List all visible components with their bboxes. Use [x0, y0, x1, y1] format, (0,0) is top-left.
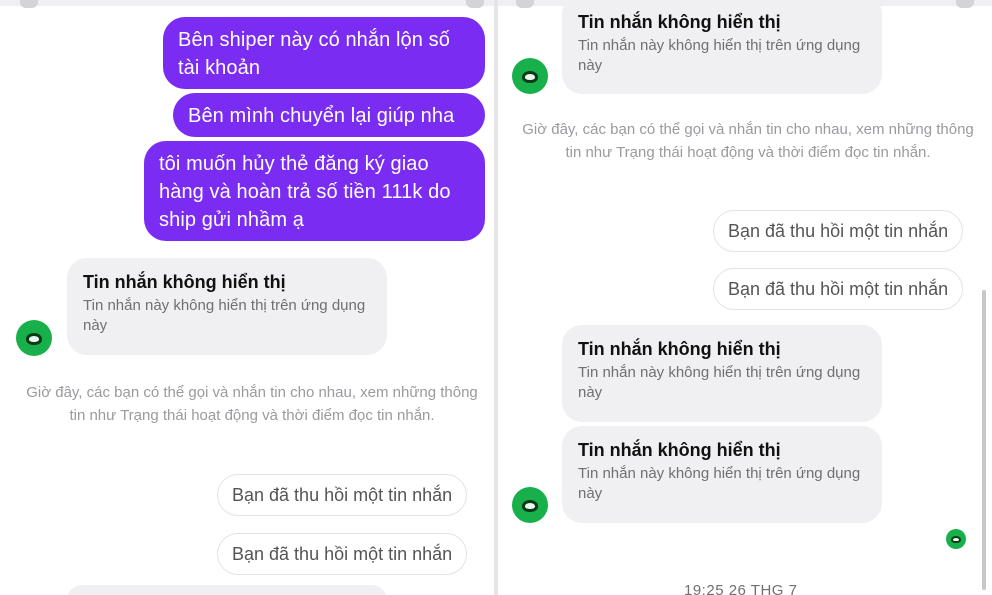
contact-avatar[interactable]	[512, 58, 548, 94]
recalled-message[interactable]: Bạn đã thu hồi một tin nhắn	[217, 533, 468, 575]
outgoing-message[interactable]: tôi muốn hủy thẻ đăng ký giao hàng và ho…	[144, 141, 485, 241]
hidden-message-body: Tin nhắn này không hiển thị trên ứng dụn…	[578, 37, 861, 74]
recalled-message[interactable]: Bạn đã thu hồi một tin nhắn	[217, 474, 468, 516]
top-corner-marker	[516, 0, 534, 8]
hidden-message-body: Tin nhắn này không hiển thị trên ứng dụn…	[578, 465, 861, 502]
message-timestamp: 19:25 26 THG 7	[684, 582, 798, 595]
hidden-message-bubble[interactable]: Tin nhắn không hiển thị Tin nhắn này khô…	[562, 426, 882, 523]
top-corner-marker	[956, 0, 974, 8]
hidden-message-title: Tin nhắn không hiển thị	[578, 440, 781, 460]
top-corner-marker	[466, 0, 484, 8]
outgoing-message[interactable]: Bên shiper này có nhắn lộn số tài khoản	[163, 17, 485, 89]
conversation-panel-right: Tin nhắn không hiển thị Tin nhắn này khô…	[498, 0, 992, 595]
ghtk-logo-icon	[522, 70, 538, 83]
conversation-panel-left: Bên shiper này có nhắn lộn số tài khoản …	[0, 0, 494, 595]
hidden-message-bubble-partial[interactable]	[67, 585, 387, 595]
scrollbar[interactable]	[982, 290, 986, 590]
top-edge	[0, 0, 494, 6]
recalled-message[interactable]: Bạn đã thu hồi một tin nhắn	[713, 268, 964, 310]
ghtk-logo-icon	[522, 499, 538, 512]
hidden-message-title: Tin nhắn không hiển thị	[578, 339, 781, 359]
message-text: Bên mình chuyển lại giúp nha	[188, 105, 455, 127]
hidden-message-body: Tin nhắn này không hiển thị trên ứng dụn…	[83, 297, 366, 334]
ghtk-logo-icon	[951, 535, 961, 543]
contact-avatar[interactable]	[16, 320, 52, 356]
top-corner-marker	[20, 0, 38, 8]
hidden-message-title: Tin nhắn không hiển thị	[83, 272, 286, 292]
recalled-message[interactable]: Bạn đã thu hồi một tin nhắn	[713, 210, 964, 252]
message-text: tôi muốn hủy thẻ đăng ký giao hàng và ho…	[159, 153, 451, 231]
hidden-message-bubble[interactable]: Tin nhắn không hiển thị Tin nhắn này khô…	[562, 0, 882, 94]
system-note: Giờ đây, các bạn có thể gọi và nhắn tin …	[26, 384, 478, 424]
hidden-message-title: Tin nhắn không hiển thị	[578, 12, 781, 32]
system-note: Giờ đây, các bạn có thể gọi và nhắn tin …	[522, 121, 974, 161]
contact-avatar[interactable]	[512, 487, 548, 523]
seen-indicator-avatar	[946, 529, 966, 549]
ghtk-logo-icon	[26, 332, 42, 345]
outgoing-message[interactable]: Bên mình chuyển lại giúp nha	[173, 93, 485, 137]
hidden-message-body: Tin nhắn này không hiển thị trên ứng dụn…	[578, 364, 861, 401]
hidden-message-bubble[interactable]: Tin nhắn không hiển thị Tin nhắn này khô…	[67, 258, 387, 355]
hidden-message-bubble[interactable]: Tin nhắn không hiển thị Tin nhắn này khô…	[562, 325, 882, 422]
message-text: Bên shiper này có nhắn lộn số tài khoản	[178, 29, 450, 79]
